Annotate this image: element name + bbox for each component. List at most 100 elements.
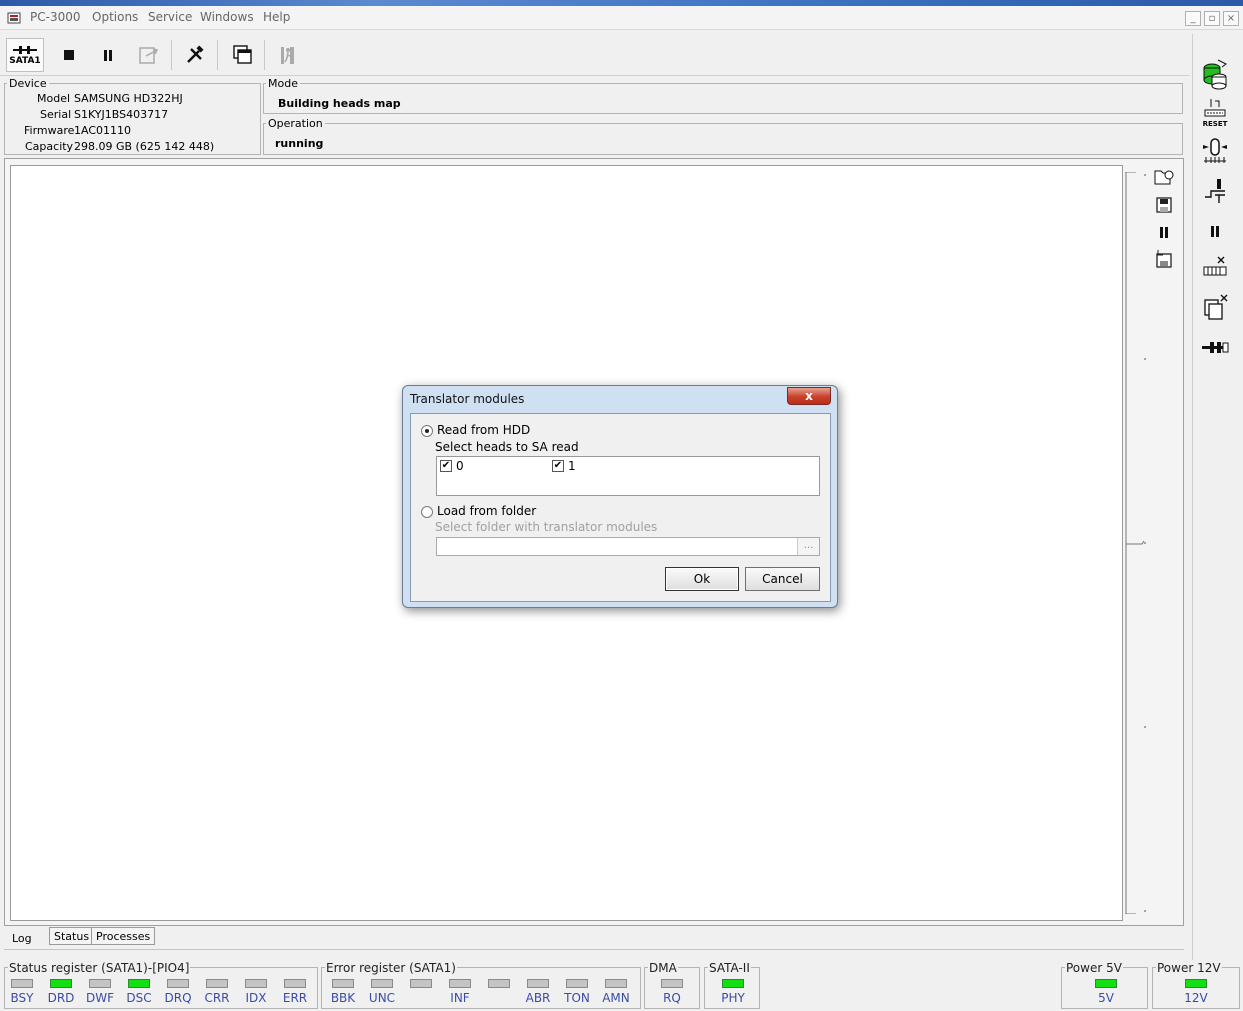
- led-inf-label: INF: [450, 991, 470, 1005]
- power-button[interactable]: [1198, 174, 1232, 208]
- led-drd: [50, 979, 72, 988]
- side-save-button[interactable]: [1150, 193, 1178, 217]
- led-abr-label: ABR: [525, 991, 551, 1005]
- head-0-checkbox[interactable]: ✔: [440, 460, 452, 472]
- sata-port-label: SATA1: [9, 56, 41, 66]
- dialog-close-button[interactable]: x: [787, 387, 831, 405]
- device-capacity-value: 298.09 GB (625 142 448): [74, 140, 215, 153]
- tab-status[interactable]: Status: [49, 927, 95, 945]
- hdd-connect-button[interactable]: [1198, 57, 1232, 91]
- sector-map-icon: [1203, 256, 1227, 276]
- power5-panel: Power 5V 5V: [1061, 961, 1148, 1009]
- sata-connector-icon: [13, 46, 37, 54]
- cancel-button[interactable]: Cancel: [745, 567, 820, 591]
- menu-service[interactable]: Service: [148, 10, 192, 24]
- led-amn: [605, 979, 627, 988]
- led-5v-label: 5V: [1098, 991, 1114, 1005]
- menu-help[interactable]: Help: [263, 10, 290, 24]
- led-drd-label: DRD: [47, 991, 75, 1005]
- side-pause-button[interactable]: [1150, 220, 1178, 244]
- heads-list: ✔ 0 ✔ 1: [436, 456, 820, 496]
- toolbar: SATA1: [0, 34, 1190, 76]
- exit-door-icon: [281, 47, 294, 64]
- operation-legend: Operation: [268, 117, 323, 130]
- select-heads-label: Select heads to SA read: [435, 440, 579, 454]
- export-button[interactable]: [133, 38, 165, 72]
- tools-icon: [187, 45, 204, 63]
- led-drq: [167, 979, 189, 988]
- open-settings-icon: [1154, 170, 1174, 185]
- power12-label: Power 12V: [1156, 961, 1222, 975]
- cable-button[interactable]: [1198, 330, 1232, 364]
- error-register-panel: Error register (SATA1) BBK UNC INF ABR T…: [321, 961, 641, 1009]
- dma-panel: DMA RQ: [644, 961, 700, 1009]
- copy-delete-icon: [1204, 294, 1228, 320]
- menu-options[interactable]: Options: [92, 10, 138, 24]
- toolbar-separator: [264, 40, 265, 70]
- operation-panel: Operation: [263, 117, 1183, 155]
- head-0-label: 0: [456, 459, 464, 473]
- reset-icon: RESET: [1203, 99, 1228, 128]
- mode-value: Building heads map: [278, 97, 401, 110]
- minimize-button[interactable]: _: [1185, 11, 1201, 26]
- toolbar-separator: [217, 40, 218, 70]
- led-rq-label: RQ: [663, 991, 681, 1005]
- led-unc: [371, 979, 393, 988]
- load-from-folder-radio[interactable]: [421, 506, 433, 518]
- sector-map-button[interactable]: [1198, 250, 1232, 284]
- led-ton-label: TON: [564, 991, 590, 1005]
- head-1-checkbox[interactable]: ✔: [552, 460, 564, 472]
- progress-scale: [1124, 171, 1146, 915]
- read-from-hdd-label[interactable]: Read from HDD: [437, 423, 530, 437]
- exit-button[interactable]: [272, 38, 304, 72]
- load-from-folder-label[interactable]: Load from folder: [437, 504, 536, 518]
- tab-divider: [4, 949, 1184, 950]
- led-inf: [449, 979, 471, 988]
- led-dwf: [89, 979, 111, 988]
- right-pause-button[interactable]: [1198, 214, 1232, 248]
- led-unc-label: UNC: [368, 991, 396, 1005]
- device-firmware-label: Firmware: [24, 124, 75, 137]
- led-dsc-label: DSC: [126, 991, 152, 1005]
- side-open-button[interactable]: [1150, 165, 1178, 189]
- reset-button[interactable]: RESET: [1198, 96, 1232, 130]
- led-12v-label: 12V: [1184, 991, 1208, 1005]
- pause-icon: [1211, 226, 1219, 237]
- windows-icon: [233, 45, 252, 64]
- mode-panel: Mode: [263, 77, 1183, 114]
- tab-log[interactable]: Log: [8, 930, 36, 948]
- close-window-button[interactable]: ×: [1223, 11, 1239, 26]
- copy-button[interactable]: [1198, 290, 1232, 324]
- device-capacity-label: Capacity: [25, 140, 74, 153]
- device-legend: Device: [9, 77, 47, 90]
- toolbar-separator: [171, 40, 172, 70]
- restore-button[interactable]: ▫: [1204, 11, 1220, 26]
- led-bbk-label: BBK: [330, 991, 356, 1005]
- windows-button[interactable]: [226, 38, 258, 72]
- tab-processes[interactable]: Processes: [91, 927, 156, 945]
- svg-text:RESET: RESET: [1203, 120, 1228, 128]
- led-amn-label: AMN: [602, 991, 630, 1005]
- folder-path-input[interactable]: [436, 537, 820, 556]
- status-register-panel: Status register (SATA1)-[PIO4] BSY DRD D…: [4, 961, 318, 1009]
- menu-windows[interactable]: Windows: [200, 10, 254, 24]
- tools-button[interactable]: [179, 38, 211, 72]
- pause-button[interactable]: [92, 38, 124, 72]
- read-from-hdd-radio[interactable]: [421, 425, 433, 437]
- device-serial-value: S1KYJ1BS403717: [74, 108, 169, 121]
- sata2-label: SATA-II: [708, 961, 751, 975]
- side-save-log-button[interactable]: [1150, 247, 1178, 271]
- device-firmware-value: 1AC01110: [74, 124, 132, 137]
- ok-button[interactable]: Ok: [665, 567, 739, 591]
- sata-port-button[interactable]: SATA1: [6, 38, 44, 72]
- spindle-button[interactable]: [1198, 134, 1232, 168]
- led-bsy-label: BSY: [10, 991, 34, 1005]
- led-bbk: [332, 979, 354, 988]
- led-rq: [661, 979, 683, 988]
- cable-connector-icon: [1202, 342, 1229, 353]
- led-dsc: [128, 979, 150, 988]
- led-err: [284, 979, 306, 988]
- pause-icon: [1160, 227, 1168, 238]
- browse-folder-button[interactable]: ...: [797, 538, 819, 555]
- stop-button[interactable]: [53, 38, 85, 72]
